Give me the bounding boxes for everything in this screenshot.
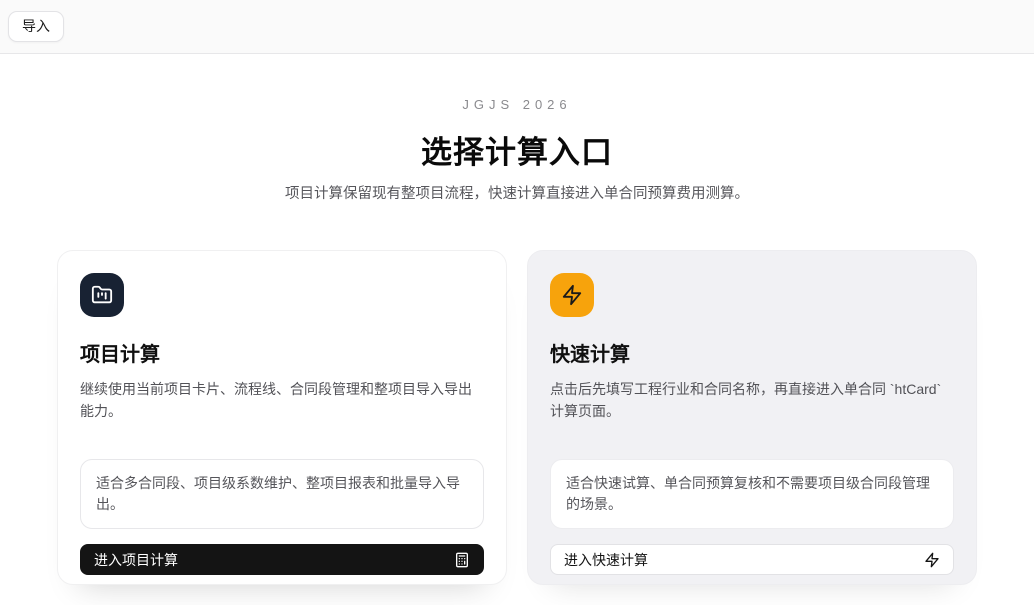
folder-kanban-icon <box>91 284 113 306</box>
zap-icon <box>561 284 583 306</box>
project-card-description: 继续使用当前项目卡片、流程线、合同段管理和整项目导入导出能力。 <box>80 378 484 422</box>
entry-cards: 项目计算 继续使用当前项目卡片、流程线、合同段管理和整项目导入导出能力。 适合多… <box>57 250 977 585</box>
project-icon-badge <box>80 273 124 317</box>
import-button[interactable]: 导入 <box>8 11 64 42</box>
card-quick-calculation: 快速计算 点击后先填写工程行业和合同名称，再直接进入单合同 `htCard` 计… <box>527 250 977 585</box>
quick-note-box: 适合快速试算、单合同预算复核和不需要项目级合同段管理的场景。 <box>550 459 954 529</box>
enter-project-button-label: 进入项目计算 <box>94 550 178 570</box>
hero-section: JGJS 2026 选择计算入口 项目计算保留现有整项目流程，快速计算直接进入单… <box>0 97 1034 203</box>
quick-card-description: 点击后先填写工程行业和合同名称，再直接进入单合同 `htCard` 计算页面。 <box>550 378 954 422</box>
calculator-icon <box>454 552 470 568</box>
page-title: 选择计算入口 <box>0 127 1034 172</box>
project-card-title: 项目计算 <box>80 338 484 367</box>
zap-icon <box>924 552 940 568</box>
enter-project-calculation-button[interactable]: 进入项目计算 <box>80 544 484 575</box>
project-note-box: 适合多合同段、项目级系数维护、整项目报表和批量导入导出。 <box>80 459 484 529</box>
enter-quick-button-label: 进入快速计算 <box>564 550 648 570</box>
quick-icon-badge <box>550 273 594 317</box>
quick-card-title: 快速计算 <box>550 338 954 367</box>
card-project-calculation: 项目计算 继续使用当前项目卡片、流程线、合同段管理和整项目导入导出能力。 适合多… <box>57 250 507 585</box>
top-bar: 导入 <box>0 0 1034 54</box>
hero-eyebrow: JGJS 2026 <box>0 97 1034 112</box>
page-subtitle: 项目计算保留现有整项目流程，快速计算直接进入单合同预算费用测算。 <box>0 182 1034 203</box>
enter-quick-calculation-button[interactable]: 进入快速计算 <box>550 544 954 575</box>
